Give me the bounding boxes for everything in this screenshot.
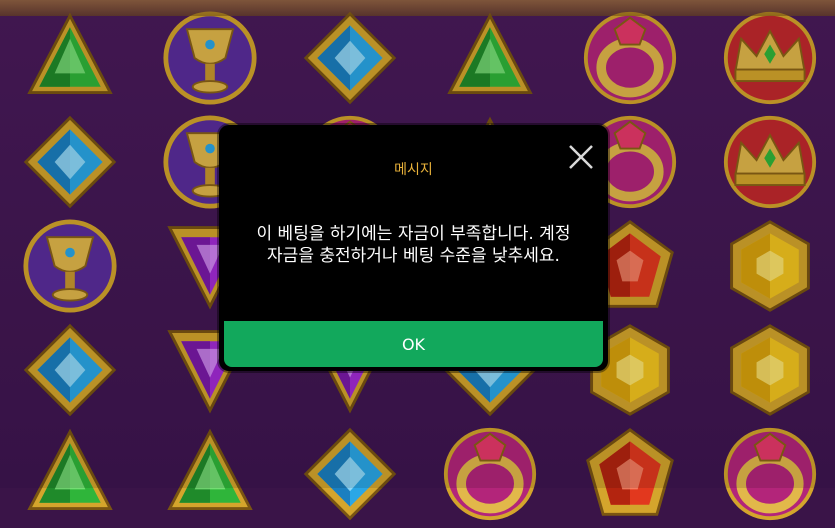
close-icon (569, 145, 593, 169)
dialog-message-line-1: 이 베팅을 하기에는 자금이 부족합니다. 계정 (256, 224, 571, 244)
ok-button[interactable]: OK (224, 321, 603, 367)
dialog-message: 이 베팅을 하기에는 자금이 부족합니다. 계정 자금을 충전하거나 베팅 수준… (229, 223, 598, 267)
dialog-title: 메시지 (394, 162, 433, 178)
dialog-message-line-2: 자금을 충전하거나 베팅 수준을 낮추세요. (267, 246, 560, 266)
message-dialog: 메시지 이 베팅을 하기에는 자금이 부족합니다. 계정 자금을 충전하거나 베… (219, 125, 608, 371)
close-button[interactable] (563, 139, 599, 175)
